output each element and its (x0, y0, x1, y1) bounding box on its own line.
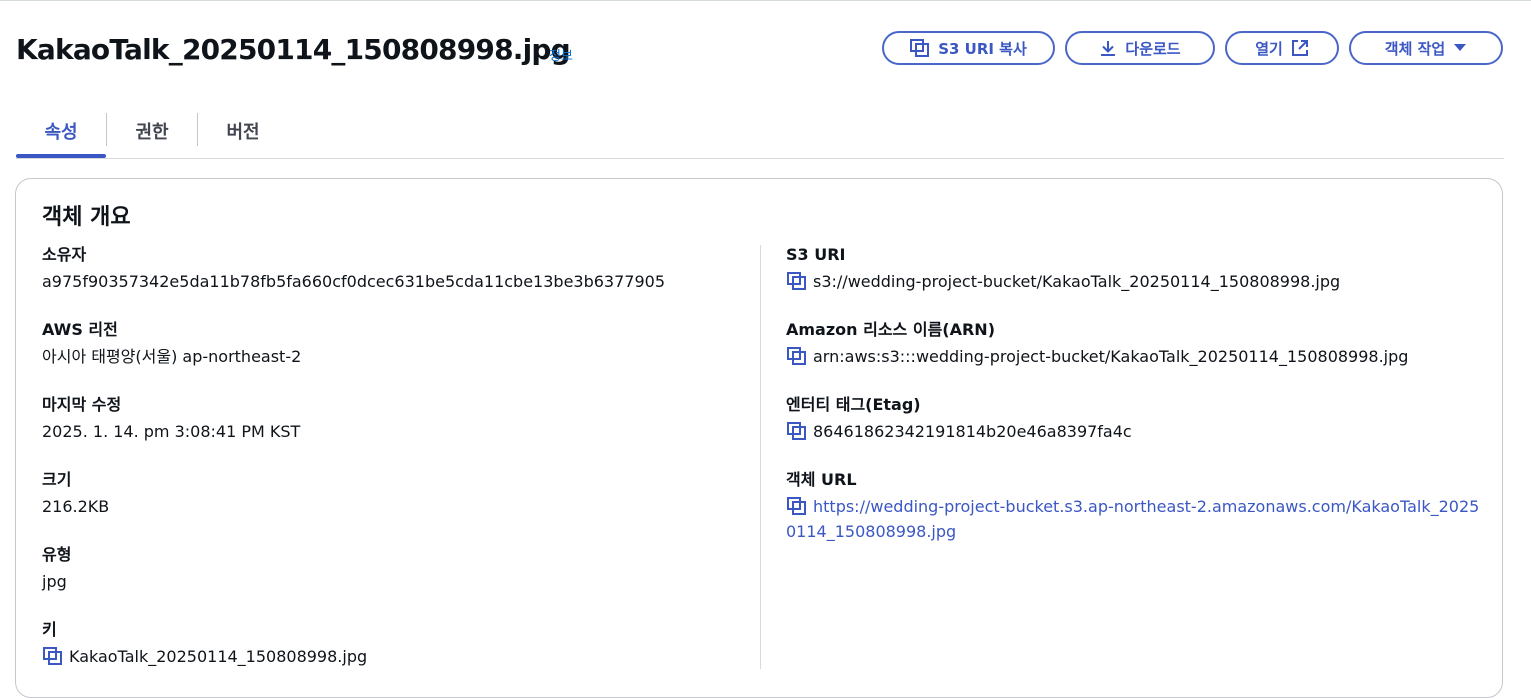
copy-s3-uri-label: S3 URI 복사 (938, 39, 1027, 58)
key-value: KakaoTalk_20250114_150808998.jpg (69, 647, 368, 666)
open-label: 열기 (1255, 39, 1283, 58)
region-value: 아시아 태평양(서울) ap-northeast-2 (42, 347, 302, 366)
page-title: KakaoTalk_20250114_150808998.jpg (16, 33, 571, 66)
s3-uri-value: s3://wedding-project-bucket/KakaoTalk_20… (813, 272, 1341, 291)
type-value: jpg (42, 572, 67, 591)
object-url-field: 객체 URL https://wedding-project-bucket.s3… (786, 469, 1479, 544)
column-divider (760, 245, 761, 669)
arn-field: Amazon 리소스 이름(ARN) arn:aws:s3:::wedding-… (786, 319, 1476, 370)
size-field: 크기 216.2KB (42, 469, 732, 520)
type-field: 유형 jpg (42, 544, 732, 595)
arn-value-row: arn:aws:s3:::wedding-project-bucket/Kaka… (786, 344, 1476, 370)
s3-uri-label: S3 URI (786, 245, 846, 264)
copy-s3-uri-button[interactable]: S3 URI 복사 (882, 31, 1055, 65)
last-modified-field: 마지막 수정 2025. 1. 14. pm 3:08:41 PM KST (42, 394, 732, 445)
size-label: 크기 (42, 470, 72, 489)
arn-value: arn:aws:s3:::wedding-project-bucket/Kaka… (813, 347, 1409, 366)
open-button[interactable]: 열기 (1225, 31, 1339, 65)
tab-permissions[interactable]: 권한 (107, 106, 197, 156)
arn-label: Amazon 리소스 이름(ARN) (786, 320, 996, 339)
etag-value: 86461862342191814b20e46a8397fa4c (813, 422, 1132, 441)
etag-field: 엔터티 태그(Etag) 86461862342191814b20e46a839… (786, 394, 1476, 445)
etag-label: 엔터티 태그(Etag) (786, 395, 921, 414)
top-border (0, 0, 1531, 1)
panel-title: 객체 개요 (42, 205, 131, 230)
copy-icon[interactable] (786, 421, 808, 441)
download-icon (1101, 41, 1116, 56)
last-modified-label: 마지막 수정 (42, 395, 122, 414)
tab-versions[interactable]: 버전 (198, 106, 288, 156)
copy-icon[interactable] (786, 496, 808, 516)
last-modified-value: 2025. 1. 14. pm 3:08:41 PM KST (42, 422, 301, 441)
object-url-label: 객체 URL (786, 470, 857, 489)
owner-field: 소유자 a975f90357342e5da11b78fb5fa660cf0dce… (42, 244, 732, 295)
object-url-value-row: https://wedding-project-bucket.s3.ap-nor… (786, 494, 1486, 544)
caret-down-icon (1454, 44, 1467, 51)
copy-icon[interactable] (786, 271, 808, 291)
info-link[interactable]: 정보 (549, 45, 573, 64)
size-value: 216.2KB (42, 497, 110, 516)
download-label: 다운로드 (1125, 39, 1181, 58)
copy-icon[interactable] (786, 346, 808, 366)
region-label: AWS 리전 (42, 320, 118, 339)
object-overview-panel: 객체 개요 소유자 a975f90357342e5da11b78fb5fa660… (15, 178, 1503, 698)
owner-value: a975f90357342e5da11b78fb5fa660cf0dcec631… (42, 272, 666, 291)
key-label: 키 (42, 620, 57, 639)
s3-uri-field: S3 URI s3://wedding-project-bucket/Kakao… (786, 244, 1476, 295)
copy-icon[interactable] (42, 646, 64, 666)
key-value-row: KakaoTalk_20250114_150808998.jpg (42, 644, 732, 670)
tab-properties[interactable]: 속성 (16, 106, 106, 158)
download-button[interactable]: 다운로드 (1065, 31, 1215, 65)
key-field: 키 KakaoTalk_20250114_150808998.jpg (42, 619, 732, 670)
type-label: 유형 (42, 545, 72, 564)
copy-icon (910, 39, 930, 57)
object-url-link[interactable]: https://wedding-project-bucket.s3.ap-nor… (786, 497, 1479, 541)
s3-uri-value-row: s3://wedding-project-bucket/KakaoTalk_20… (786, 269, 1476, 295)
owner-label: 소유자 (42, 245, 87, 264)
external-link-icon (1291, 40, 1308, 56)
region-field: AWS 리전 아시아 태평양(서울) ap-northeast-2 (42, 319, 732, 370)
tab-bar: 속성 권한 버전 (16, 106, 1504, 159)
object-actions-button[interactable]: 객체 작업 (1349, 31, 1503, 65)
object-actions-label: 객체 작업 (1384, 39, 1446, 58)
page-header: KakaoTalk_20250114_150808998.jpg 정보 S3 U… (16, 30, 1504, 74)
etag-value-row: 86461862342191814b20e46a8397fa4c (786, 419, 1476, 445)
